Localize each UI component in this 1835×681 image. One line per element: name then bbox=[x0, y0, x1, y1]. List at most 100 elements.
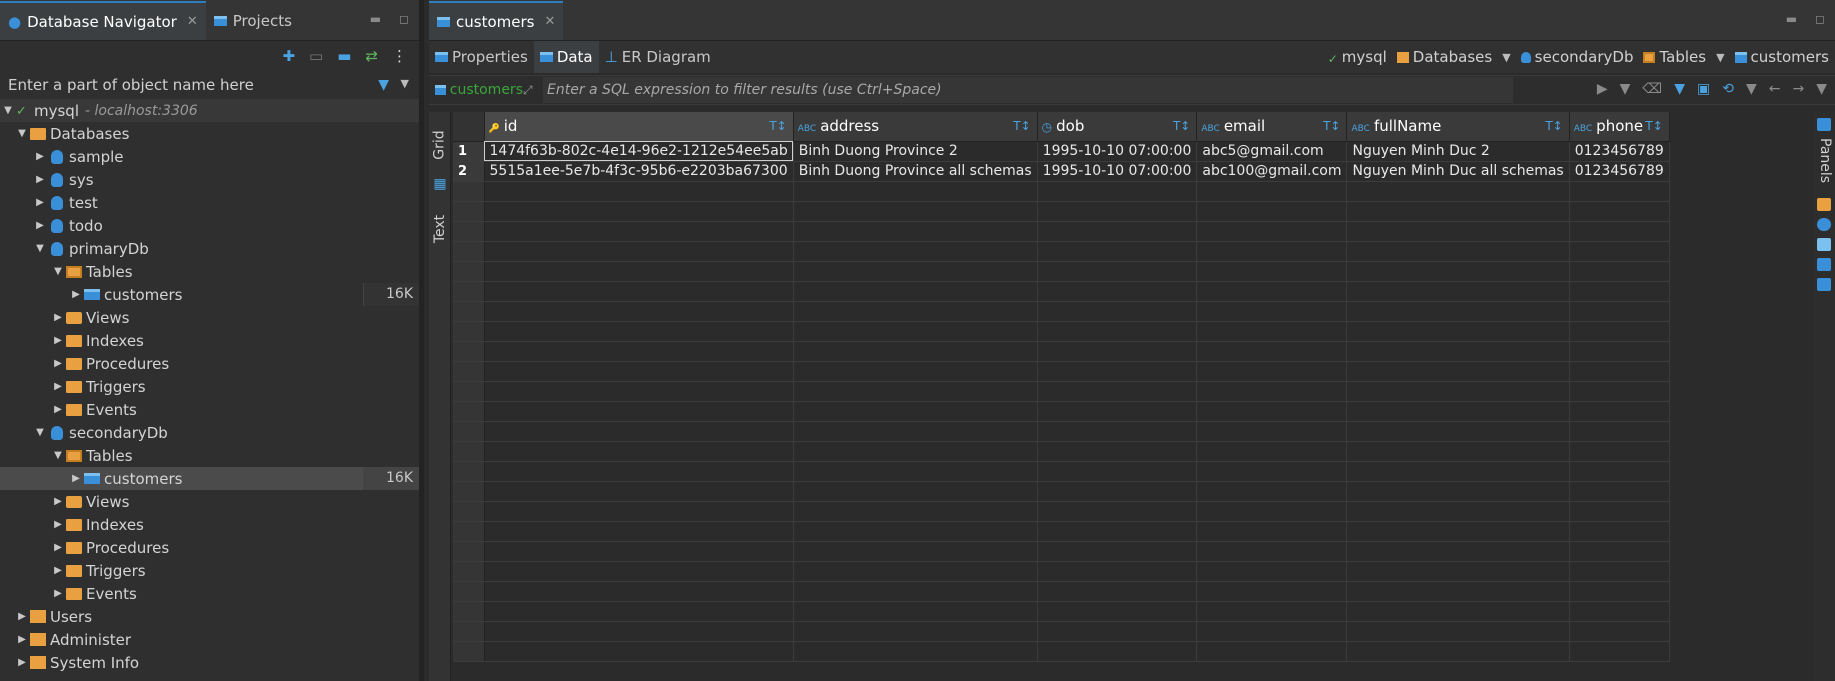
save-filter-icon[interactable]: ▣ bbox=[1697, 81, 1710, 97]
tree-item-secondarydb[interactable]: ▼ secondaryDb bbox=[0, 421, 419, 444]
expand-arrow-icon[interactable]: ▶ bbox=[50, 404, 66, 415]
expand-arrow-icon[interactable]: ▶ bbox=[14, 657, 30, 668]
references-icon[interactable] bbox=[1817, 278, 1831, 291]
object-filter-input[interactable] bbox=[8, 76, 368, 94]
breadcrumb-mysql[interactable]: ✓ mysql bbox=[1328, 48, 1387, 66]
tree-item-views[interactable]: ▶ Views bbox=[0, 490, 419, 513]
chevron-down-icon[interactable]: ▼ bbox=[1746, 81, 1757, 97]
expand-arrow-icon[interactable]: ▶ bbox=[50, 588, 66, 599]
menu-icon[interactable]: ⋮ bbox=[392, 47, 407, 65]
expand-arrow-icon[interactable]: ▶ bbox=[50, 542, 66, 553]
tree-item-procedures[interactable]: ▶ Procedures bbox=[0, 536, 419, 559]
row-number[interactable]: 1 bbox=[453, 141, 485, 162]
expand-arrow-icon[interactable]: ▶ bbox=[32, 151, 48, 162]
maximize-icon[interactable]: ◻ bbox=[1815, 12, 1825, 26]
history-icon[interactable]: ⟲ bbox=[1722, 81, 1734, 97]
tree-item-schema[interactable]: ▶ test bbox=[0, 191, 419, 214]
expand-arrow-icon[interactable]: ▼ bbox=[50, 266, 66, 277]
table-cell[interactable]: abc100@gmail.com bbox=[1196, 161, 1348, 182]
table-row[interactable]: 2 5515a1ee-5e7b-4f3c-95b6-e2203ba67300 B… bbox=[453, 161, 1670, 182]
expand-arrow-icon[interactable]: ▶ bbox=[50, 358, 66, 369]
expand-arrow-icon[interactable]: ▼ bbox=[50, 450, 66, 461]
expand-arrow-icon[interactable]: ▶ bbox=[32, 220, 48, 231]
expand-arrow-icon[interactable]: ▶ bbox=[50, 312, 66, 323]
expand-arrow-icon[interactable]: ▶ bbox=[50, 565, 66, 576]
tab-properties[interactable]: Properties bbox=[429, 41, 534, 73]
tree-item-system-info[interactable]: ▶ System Info bbox=[0, 651, 419, 674]
breadcrumb-databases[interactable]: Databases bbox=[1396, 48, 1492, 66]
sql-filter-input[interactable] bbox=[543, 77, 1513, 103]
column-header-id[interactable]: 🔑 id T↕ bbox=[484, 112, 794, 142]
table-cell[interactable]: 0123456789 bbox=[1569, 141, 1670, 162]
tree-item-tables[interactable]: ▼ Tables bbox=[0, 444, 419, 467]
expand-arrow-icon[interactable]: ▶ bbox=[68, 289, 84, 300]
table-cell[interactable]: 1995-10-10 07:00:00 bbox=[1037, 161, 1198, 182]
tree-item-indexes[interactable]: ▶ Indexes bbox=[0, 329, 419, 352]
sort-filter-icon[interactable]: T↕ bbox=[1323, 119, 1340, 133]
expand-icon[interactable]: ⤢ bbox=[523, 83, 543, 98]
column-header-email[interactable]: ABC email T↕ bbox=[1196, 112, 1348, 142]
apply-filter-icon[interactable]: ▶ bbox=[1597, 81, 1608, 97]
expand-arrow-icon[interactable]: ▶ bbox=[50, 519, 66, 530]
sort-filter-icon[interactable]: T↕ bbox=[1013, 119, 1030, 133]
tree-item-procedures[interactable]: ▶ Procedures bbox=[0, 352, 419, 375]
expand-arrow-icon[interactable]: ▼ bbox=[14, 128, 30, 139]
value-viewer-icon[interactable] bbox=[1817, 198, 1831, 211]
forward-icon[interactable]: → bbox=[1792, 81, 1804, 97]
back-icon[interactable]: ← bbox=[1769, 81, 1781, 97]
tree-item-databases[interactable]: ▼ Databases bbox=[0, 122, 419, 145]
tree-item-views[interactable]: ▶ Views bbox=[0, 306, 419, 329]
chevron-down-icon[interactable]: ▼ bbox=[1620, 81, 1631, 97]
expand-arrow-icon[interactable]: ▶ bbox=[50, 496, 66, 507]
column-header-dob[interactable]: ◷ dob T↕ bbox=[1037, 112, 1198, 142]
breadcrumb-secondarydb[interactable]: secondaryDb bbox=[1520, 48, 1633, 66]
folder-icon[interactable]: ▭ bbox=[309, 47, 323, 65]
table-cell[interactable]: 1995-10-10 07:00:00 bbox=[1037, 141, 1198, 162]
close-icon[interactable]: ✕ bbox=[544, 14, 555, 29]
filter-icon[interactable]: ▼ bbox=[378, 77, 389, 93]
expand-arrow-icon[interactable]: ▶ bbox=[14, 611, 30, 622]
column-header-address[interactable]: ABC address T↕ bbox=[793, 112, 1038, 142]
tree-item-events[interactable]: ▶ Events bbox=[0, 398, 419, 421]
minimize-icon[interactable]: ▬ bbox=[1786, 12, 1797, 26]
close-icon[interactable]: ✕ bbox=[187, 14, 198, 29]
grouping-icon[interactable] bbox=[1817, 238, 1831, 251]
tree-item-events[interactable]: ▶ Events bbox=[0, 582, 419, 605]
sort-filter-icon[interactable]: T↕ bbox=[1645, 119, 1662, 133]
expand-arrow-icon[interactable]: ▼ bbox=[0, 105, 16, 116]
expand-arrow-icon[interactable]: ▼ bbox=[32, 427, 48, 438]
tree-item-users[interactable]: ▶ Users bbox=[0, 605, 419, 628]
breadcrumb-customers[interactable]: customers bbox=[1734, 48, 1829, 66]
tab-grid[interactable]: Grid bbox=[429, 120, 451, 170]
sort-filter-icon[interactable]: T↕ bbox=[1545, 119, 1562, 133]
metadata-icon[interactable] bbox=[1817, 218, 1831, 231]
tree-item-triggers[interactable]: ▶ Triggers bbox=[0, 375, 419, 398]
collapse-all-icon[interactable]: ▬ bbox=[337, 47, 351, 65]
tab-projects[interactable]: Projects bbox=[206, 1, 300, 40]
tab-er-diagram[interactable]: ⊥ ER Diagram bbox=[599, 41, 717, 73]
sort-filter-icon[interactable]: T↕ bbox=[1173, 119, 1190, 133]
tab-customers[interactable]: customers ✕ bbox=[429, 1, 564, 40]
maximize-icon[interactable]: ◻ bbox=[399, 12, 409, 26]
tree-item-schema[interactable]: ▶ todo bbox=[0, 214, 419, 237]
expand-arrow-icon[interactable]: ▼ bbox=[32, 243, 48, 254]
tree-item-schema[interactable]: ▶ sys bbox=[0, 168, 419, 191]
tab-panels[interactable]: Panels bbox=[1817, 138, 1833, 183]
link-editor-icon[interactable]: ⇄ bbox=[365, 47, 378, 65]
expand-arrow-icon[interactable]: ▶ bbox=[68, 473, 84, 484]
table-cell[interactable]: 1474f63b-802c-4e14-96e2-1212e54ee5ab bbox=[484, 141, 794, 162]
filter-icon[interactable]: ▼ bbox=[1674, 81, 1685, 97]
expand-arrow-icon[interactable]: ▶ bbox=[32, 174, 48, 185]
expand-arrow-icon[interactable]: ▶ bbox=[14, 634, 30, 645]
calc-icon[interactable] bbox=[1817, 258, 1831, 271]
eraser-icon[interactable]: ⌫ bbox=[1642, 81, 1662, 97]
expand-arrow-icon[interactable]: ▶ bbox=[50, 381, 66, 392]
tree-item-triggers[interactable]: ▶ Triggers bbox=[0, 559, 419, 582]
tab-text[interactable]: Text bbox=[429, 204, 451, 254]
column-header-phone[interactable]: ABC phone T↕ bbox=[1569, 112, 1670, 142]
table-row[interactable]: 1 1474f63b-802c-4e14-96e2-1212e54ee5ab B… bbox=[453, 141, 1670, 162]
table-cell[interactable]: Nguyen Minh Duc all schemas bbox=[1346, 161, 1570, 182]
tree-item-connection[interactable]: ▼ ✓ mysql - localhost:3306 bbox=[0, 99, 419, 122]
column-header-fullname[interactable]: ABC fullName T↕ bbox=[1346, 112, 1570, 142]
table-cell[interactable]: Nguyen Minh Duc 2 bbox=[1346, 141, 1570, 162]
